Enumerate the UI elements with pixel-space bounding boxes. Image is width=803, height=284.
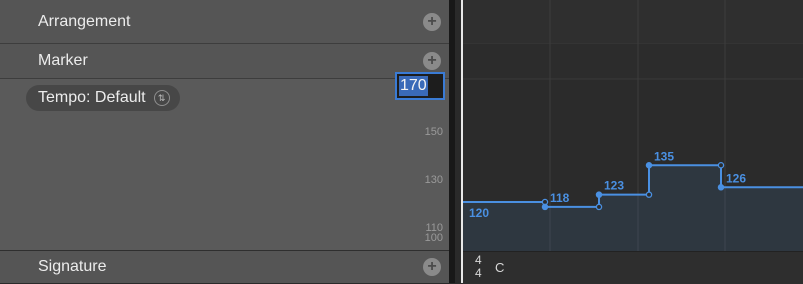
tempo-tick-130: 130 bbox=[424, 174, 443, 186]
timeline-area[interactable]: 120 118 123 135 126 4 4 C bbox=[463, 0, 803, 284]
tempo-curve[interactable]: 120 118 123 135 126 bbox=[463, 149, 803, 251]
track-headers: Arrangement + Marker + Tempo: Default ⇅ … bbox=[0, 0, 449, 283]
tempo-track-header: Tempo: Default ⇅ 150 130 110 100 bbox=[0, 79, 449, 251]
arrangement-label: Arrangement bbox=[38, 13, 131, 30]
add-marker-button[interactable]: + bbox=[423, 52, 441, 70]
tempo-value-input[interactable]: 170 bbox=[395, 72, 445, 100]
timeline-grid-svg: 120 118 123 135 126 bbox=[463, 0, 803, 251]
add-signature-button[interactable]: + bbox=[423, 258, 441, 276]
header-divider[interactable] bbox=[449, 0, 455, 283]
tempo-node[interactable] bbox=[645, 161, 653, 169]
marker-lane[interactable] bbox=[463, 44, 803, 79]
tempo-selector-label: Tempo: Default bbox=[38, 89, 146, 106]
tempo-value-label: 135 bbox=[654, 149, 674, 163]
signature-lane[interactable]: 4 4 C bbox=[463, 251, 803, 284]
marker-label: Marker bbox=[38, 52, 88, 69]
arrangement-lane[interactable] bbox=[463, 0, 803, 44]
signature-label: Signature bbox=[38, 258, 107, 275]
tempo-node[interactable] bbox=[541, 203, 549, 211]
tempo-selector[interactable]: Tempo: Default ⇅ bbox=[26, 85, 180, 111]
tempo-node[interactable] bbox=[595, 191, 603, 198]
marker-track-header[interactable]: Marker + bbox=[0, 44, 449, 79]
tempo-node[interactable] bbox=[645, 191, 653, 198]
time-signature-denominator: 4 bbox=[475, 266, 482, 280]
chevron-updown-icon: ⇅ bbox=[153, 90, 170, 106]
tempo-node[interactable] bbox=[717, 161, 725, 169]
time-signature[interactable]: 4 4 bbox=[475, 254, 482, 280]
arrangement-track-header[interactable]: Arrangement + bbox=[0, 0, 449, 44]
tempo-node[interactable] bbox=[595, 203, 603, 211]
tempo-value-label: 123 bbox=[604, 179, 624, 193]
tempo-node[interactable] bbox=[717, 184, 725, 191]
tempo-area-fill bbox=[463, 165, 803, 251]
tempo-value-label: 118 bbox=[550, 191, 570, 205]
tempo-tick-150: 150 bbox=[424, 126, 443, 138]
key-signature[interactable]: C bbox=[495, 260, 504, 275]
tempo-value-label: 120 bbox=[469, 206, 489, 220]
tempo-value-label: 126 bbox=[726, 171, 746, 185]
tempo-tick-100: 100 bbox=[424, 232, 443, 244]
tempo-value-selection: 170 bbox=[399, 76, 428, 96]
signature-track-header[interactable]: Signature + bbox=[0, 251, 449, 283]
add-arrangement-button[interactable]: + bbox=[423, 13, 441, 31]
